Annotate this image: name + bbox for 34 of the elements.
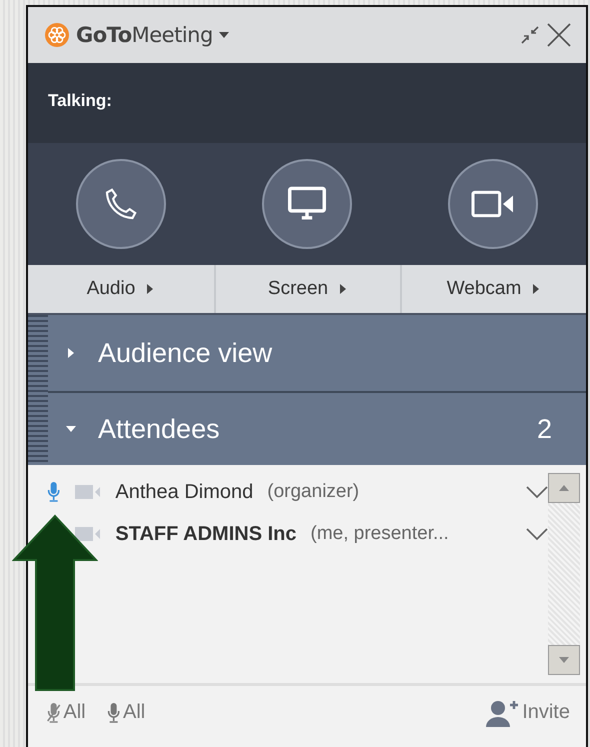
caret-icon <box>145 283 156 295</box>
attendee-name: Anthea Dimond <box>115 480 254 504</box>
attendee-role: (organizer) <box>267 481 360 503</box>
section-header[interactable]: Attendees 2 <box>48 393 586 465</box>
section-title: Attendees <box>98 414 221 444</box>
chevron-down-icon[interactable] <box>526 485 548 499</box>
talking-label: Talking: <box>48 91 112 110</box>
camera-icon <box>75 526 102 542</box>
attendee-role: (me, presenter... <box>310 523 450 545</box>
close-icon[interactable] <box>546 22 572 48</box>
attendee-count: 2 <box>536 414 552 444</box>
mute-all-button[interactable]: All <box>46 701 86 724</box>
unmute-all-button[interactable]: All <box>106 701 146 724</box>
flower-logo-icon <box>44 22 70 48</box>
grip-handle[interactable] <box>28 315 48 465</box>
dropdown-tab[interactable]: Audio <box>28 265 214 313</box>
expander-icon <box>66 347 76 359</box>
section-title: Audience view <box>98 338 274 368</box>
caret-icon <box>531 283 542 295</box>
muted-microphone-icon <box>46 702 62 724</box>
video-camera-icon <box>471 189 515 219</box>
collapse-icon[interactable] <box>520 25 540 45</box>
attendee-name: STAFF ADMINS Inc <box>115 522 296 546</box>
invite-button[interactable]: Invite <box>486 698 570 726</box>
dropdown-tab[interactable]: Webcam <box>400 265 586 313</box>
chevron-down-icon[interactable] <box>526 527 548 541</box>
camera-icon <box>75 484 102 500</box>
dropdown-tab[interactable]: Screen <box>214 265 400 313</box>
section-header[interactable]: Audience view <box>48 315 586 393</box>
caret-icon <box>338 283 348 295</box>
app-title[interactable]: GoToMeeting <box>76 23 213 47</box>
microphone-icon[interactable] <box>46 481 62 503</box>
add-person-icon <box>486 698 520 726</box>
microphone-icon <box>106 702 122 724</box>
